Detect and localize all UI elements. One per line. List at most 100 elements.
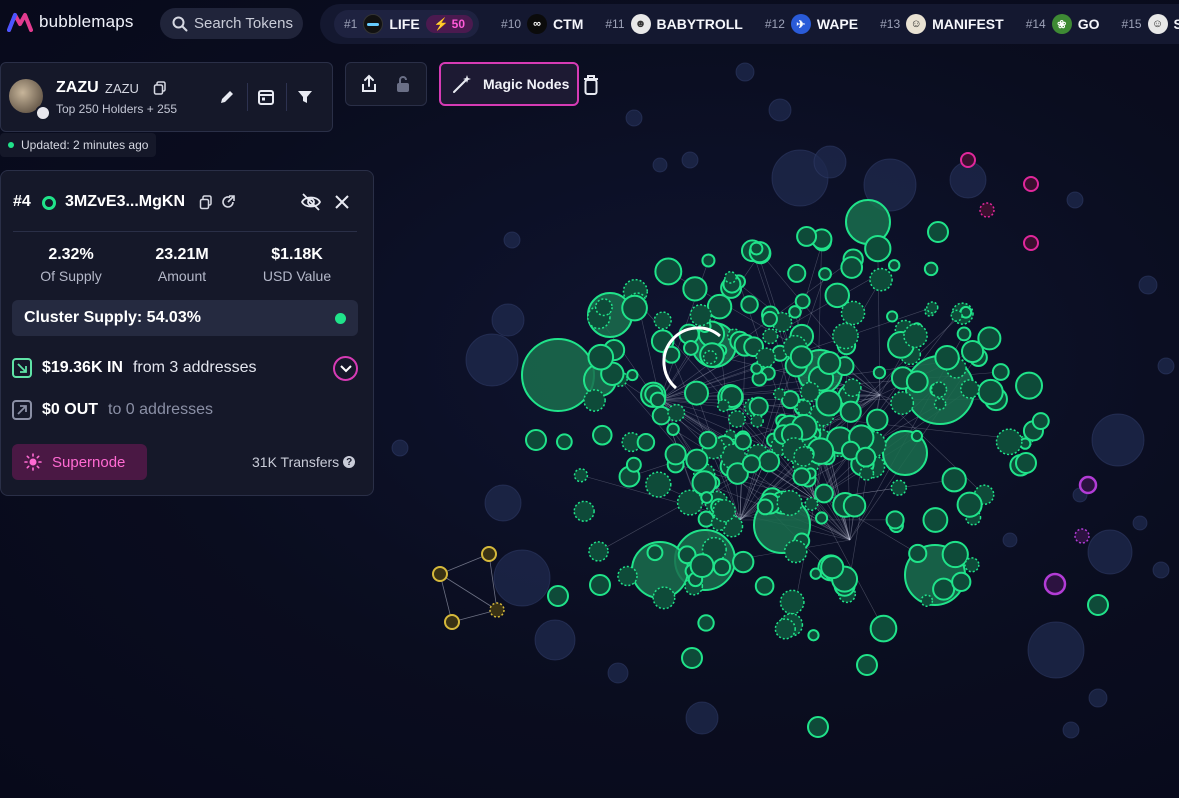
wallet-bubble[interactable] xyxy=(903,323,928,349)
wallet-bubble[interactable] xyxy=(890,391,915,415)
wallet-bubble[interactable] xyxy=(697,614,715,632)
wallet-bubble[interactable] xyxy=(843,378,862,397)
wallet-bubble[interactable] xyxy=(755,347,776,368)
wallet-bubble[interactable] xyxy=(691,470,717,496)
supernode-button[interactable]: Supernode xyxy=(12,444,147,480)
wallet-bubble[interactable] xyxy=(654,257,683,286)
wallet-bubble[interactable] xyxy=(923,261,939,277)
wallet-bubble[interactable] xyxy=(1062,721,1080,739)
wallet-bubble[interactable] xyxy=(839,400,862,423)
wallet-bubble[interactable] xyxy=(922,507,949,533)
wallet-bubble[interactable] xyxy=(1066,191,1084,209)
wallet-bubble[interactable] xyxy=(979,202,995,218)
wallet-bubble[interactable] xyxy=(1138,275,1158,295)
wallet-bubble[interactable] xyxy=(885,510,905,530)
ticker-item[interactable]: #1 LIFE ⚡ 50 xyxy=(334,10,480,38)
wallet-bubble[interactable] xyxy=(886,310,899,323)
wallet-bubble[interactable] xyxy=(652,157,668,173)
wallet-bubble[interactable] xyxy=(749,241,764,256)
wallet-bubble[interactable] xyxy=(592,424,613,446)
wallet-bubble[interactable] xyxy=(625,109,643,127)
wallet-bubble[interactable] xyxy=(908,543,928,564)
wallet-bubble[interactable] xyxy=(905,370,929,394)
calendar-button[interactable] xyxy=(256,87,276,107)
wallet-bubble[interactable] xyxy=(750,414,764,428)
wallet-bubble[interactable] xyxy=(814,511,829,525)
wallet-bubble[interactable] xyxy=(832,322,859,350)
wallet-bubble[interactable] xyxy=(1023,176,1039,192)
wallet-bubble[interactable] xyxy=(735,62,755,82)
copy-icon[interactable] xyxy=(153,81,167,95)
wallet-bubble[interactable] xyxy=(792,467,812,486)
wallet-bubble[interactable] xyxy=(1132,515,1148,531)
wallet-bubble[interactable] xyxy=(794,293,811,310)
wallet-bubble[interactable] xyxy=(689,304,712,327)
wallet-bubble[interactable] xyxy=(1157,357,1175,375)
wallet-bubble[interactable] xyxy=(653,311,672,330)
wallet-bubble[interactable] xyxy=(804,496,819,511)
wallet-bubble[interactable] xyxy=(734,432,752,451)
wallet-bubble[interactable] xyxy=(547,585,569,607)
magic-nodes-button[interactable]: Magic Nodes xyxy=(439,62,579,106)
wallet-bubble[interactable] xyxy=(391,439,409,457)
wallet-bubble[interactable] xyxy=(534,619,576,661)
outflow-row[interactable]: $0 OUT to 0 addresses xyxy=(12,400,213,420)
wallet-bubble[interactable] xyxy=(817,351,842,375)
wallet-bubble[interactable] xyxy=(555,433,573,451)
wallet-bubble[interactable] xyxy=(683,340,699,356)
wallet-bubble[interactable] xyxy=(583,389,606,412)
wallet-bubble[interactable] xyxy=(956,491,983,518)
wallet-bubble[interactable] xyxy=(866,408,889,432)
ticker-item[interactable]: #15 ☺ S xyxy=(1122,14,1179,34)
external-link-icon[interactable] xyxy=(220,194,236,210)
wallet-bubble[interactable] xyxy=(651,405,672,426)
wallet-bubble[interactable] xyxy=(960,152,976,168)
trash-icon[interactable] xyxy=(580,73,602,97)
wallet-bubble[interactable] xyxy=(588,541,609,562)
wallet-bubble[interactable] xyxy=(712,557,732,577)
wallet-bubble[interactable] xyxy=(824,282,851,309)
wallet-bubble[interactable] xyxy=(645,471,672,498)
wallet-bubble[interactable] xyxy=(1043,572,1067,596)
wallet-bubble[interactable] xyxy=(859,465,875,481)
wallet-bubble[interactable] xyxy=(626,368,639,382)
wallet-bubble[interactable] xyxy=(484,484,522,522)
wallet-bubble[interactable] xyxy=(783,539,808,564)
wallet-bubble[interactable] xyxy=(594,298,613,317)
wallet-bubble[interactable] xyxy=(1152,561,1170,579)
wallet-bubble[interactable] xyxy=(573,500,595,522)
filter-button[interactable] xyxy=(295,87,315,107)
wallet-bubble[interactable] xyxy=(779,589,805,615)
wallet-bubble[interactable] xyxy=(1091,413,1145,467)
wallet-bubble[interactable] xyxy=(869,614,898,643)
wallet-bubble[interactable] xyxy=(872,365,887,380)
wallet-bubble[interactable] xyxy=(920,594,934,608)
help-icon[interactable]: ? xyxy=(343,456,356,468)
wallet-bubble[interactable] xyxy=(465,333,519,387)
wallet-bubble[interactable] xyxy=(977,378,1004,406)
expand-inflow-button[interactable] xyxy=(333,356,358,381)
wallet-bubble[interactable] xyxy=(732,550,755,574)
eye-off-icon[interactable] xyxy=(300,192,322,212)
wallet-bubble[interactable] xyxy=(995,428,1023,456)
wallet-bubble[interactable] xyxy=(625,456,642,473)
wallet-bubble[interactable] xyxy=(941,467,967,493)
wallet-bubble[interactable] xyxy=(1015,371,1044,400)
ticker-item[interactable]: #10 ∞ CTM xyxy=(501,14,583,34)
wallet-bubble[interactable] xyxy=(521,338,595,412)
ticker-item[interactable]: #12 ✈ WAPE xyxy=(765,14,858,34)
wallet-bubble[interactable] xyxy=(481,546,497,562)
wallet-bubble[interactable] xyxy=(774,618,796,640)
wallet-bubble[interactable] xyxy=(813,145,847,179)
wallet-bubble[interactable] xyxy=(503,231,521,249)
wallet-bubble[interactable] xyxy=(932,577,956,601)
wallet-bubble[interactable] xyxy=(682,276,708,302)
ticker-item[interactable]: #11 ☻ BABYTROLL xyxy=(605,14,743,34)
wallet-bubble[interactable] xyxy=(617,565,638,587)
wallet-bubble[interactable] xyxy=(910,429,924,443)
wallet-bubble[interactable] xyxy=(961,339,985,364)
wallet-bubble[interactable] xyxy=(890,479,908,496)
wallet-bubble[interactable] xyxy=(956,326,972,342)
ticker-item[interactable]: #13 ☺ MANIFEST xyxy=(880,14,1004,34)
wallet-bubble[interactable] xyxy=(856,654,878,676)
